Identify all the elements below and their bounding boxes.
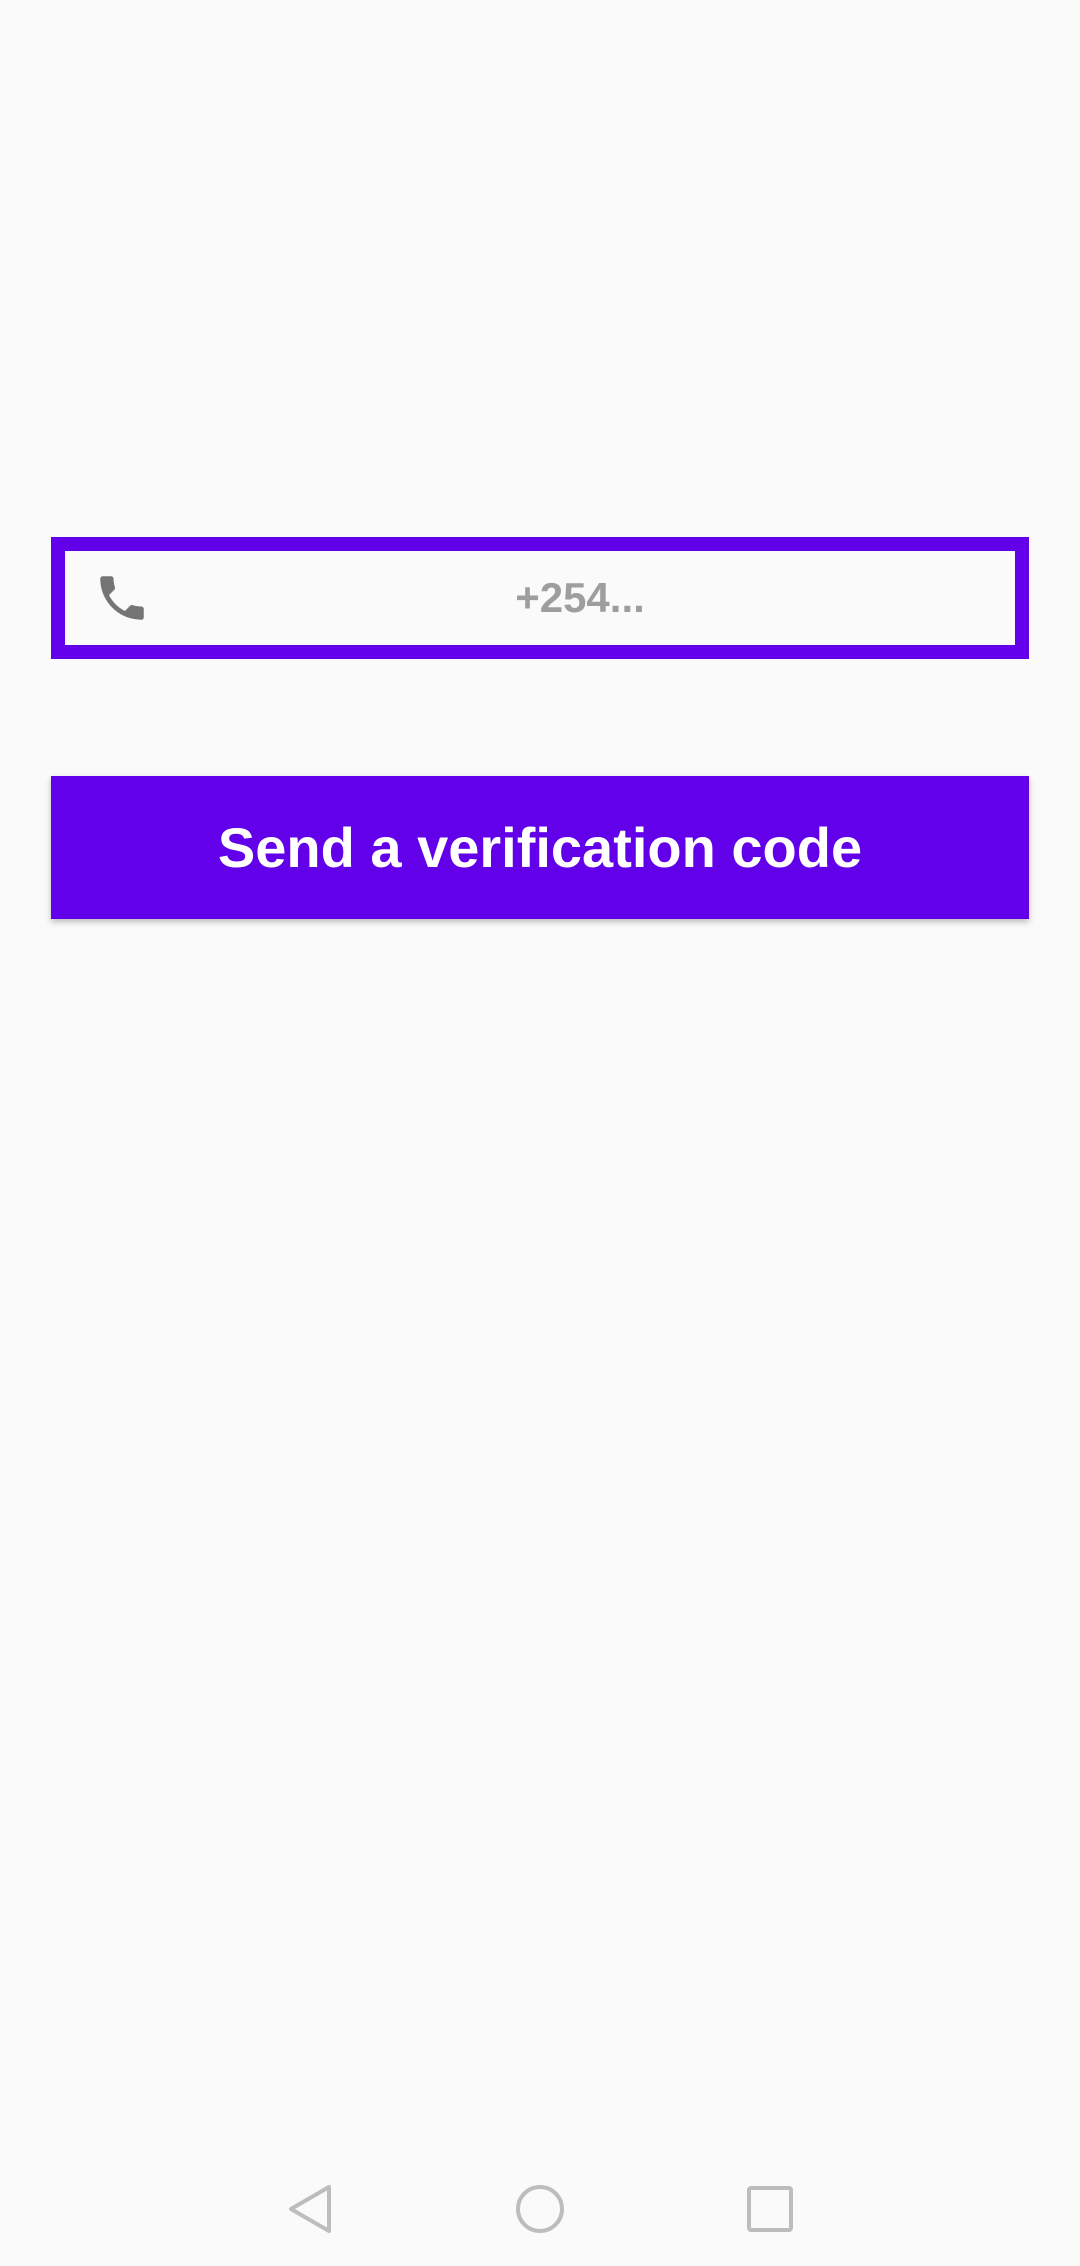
send-verification-code-button[interactable]: Send a verification code	[51, 776, 1029, 919]
home-circle-icon[interactable]	[495, 2164, 585, 2254]
phone-number-input[interactable]	[165, 551, 995, 645]
recents-square-icon[interactable]	[725, 2164, 815, 2254]
phone-number-field[interactable]	[51, 537, 1029, 659]
system-navigation-bar	[0, 2152, 1080, 2266]
app-screen: Send a verification code	[0, 0, 1080, 2152]
phone-icon	[93, 569, 151, 627]
back-triangle-icon[interactable]	[265, 2164, 355, 2254]
